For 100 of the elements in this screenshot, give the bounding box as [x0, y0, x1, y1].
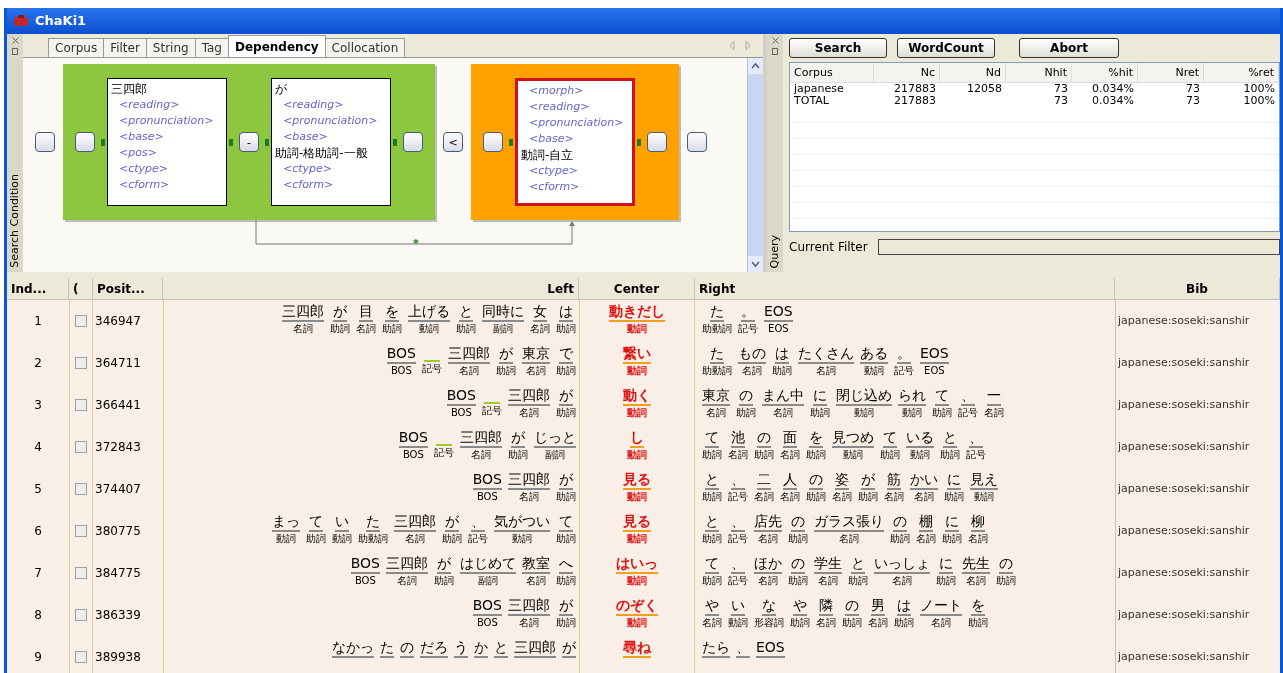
part-of-speech: 記号	[958, 406, 978, 419]
tab[interactable]: Collocation	[324, 38, 406, 57]
slot-button[interactable]	[35, 132, 55, 152]
morpheme-node[interactable]: <morph> <reading> <pronunciation> <base> 動詞-自立 <ctype> <cform>	[515, 78, 635, 206]
morpheme-node[interactable]: が <reading> <pronunciation> <base> 助詞-格助詞-一般 <ctype> <cform>	[271, 78, 391, 206]
scrollbar[interactable]	[747, 58, 763, 272]
row-checkbox[interactable]	[75, 609, 87, 621]
part-of-speech: 名詞	[931, 616, 951, 629]
part-of-speech: 名詞	[405, 532, 425, 545]
word: 学生	[814, 555, 842, 574]
column-header[interactable]: Center	[579, 278, 695, 300]
slot-button[interactable]	[403, 132, 423, 152]
column-header[interactable]: Ind...	[7, 278, 69, 300]
column-header[interactable]: Posit...	[93, 278, 163, 300]
part-of-speech: BOS	[390, 364, 412, 377]
word: たくさん	[798, 345, 854, 364]
morpheme-node[interactable]: 三四郎 <reading> <pronunciation> <base> <pos> <ctype> <cform>	[107, 78, 227, 206]
column-header[interactable]: Bib	[1115, 278, 1280, 300]
part-of-speech: 助詞	[942, 532, 962, 545]
node-placeholder: <reading>	[528, 99, 591, 115]
link-button[interactable]: <	[443, 132, 463, 152]
part-of-speech: 名詞	[706, 406, 726, 419]
part-of-speech: 動詞	[627, 322, 647, 335]
part-of-speech: 名詞	[530, 322, 550, 335]
word: は	[897, 597, 911, 616]
close-icon[interactable]	[11, 37, 19, 44]
key-word: 動く	[623, 387, 651, 406]
filter-field[interactable]	[877, 239, 1280, 255]
pin-icon[interactable]	[772, 48, 778, 55]
tab[interactable]: Filter	[103, 38, 147, 57]
column-header[interactable]: %hit	[1072, 63, 1138, 83]
query-button[interactable]: Abort	[1019, 38, 1119, 58]
row-checkbox[interactable]	[75, 525, 87, 537]
part-of-speech: 動詞	[974, 490, 994, 503]
word: なかっ	[332, 639, 374, 658]
word: を	[971, 597, 985, 616]
part-of-speech: 名詞	[914, 490, 934, 503]
slot-button[interactable]	[483, 132, 503, 152]
column-header[interactable]: Nc	[874, 63, 940, 83]
word: EOS	[756, 639, 785, 658]
word: ガラス張り	[814, 513, 884, 532]
row-checkbox[interactable]	[75, 441, 87, 453]
connector-mark	[229, 138, 233, 146]
part-of-speech: 名詞	[742, 364, 762, 377]
slot-button[interactable]	[647, 132, 667, 152]
row-checkbox[interactable]	[75, 651, 87, 663]
column-header[interactable]: (	[69, 278, 93, 300]
node-value: 助詞-格助詞-一般	[275, 145, 369, 161]
bib-cell-text: japanese:soseki:sanshir	[1117, 312, 1250, 329]
app-icon	[13, 15, 29, 27]
part-of-speech: 助詞	[556, 406, 576, 419]
key-word: 動きだし	[609, 303, 665, 322]
word: 東京	[702, 387, 730, 406]
node-placeholder: <ctype>	[118, 161, 170, 177]
position-cell-text: 384775	[94, 565, 142, 582]
slot-button[interactable]	[75, 132, 95, 152]
part-of-speech: 助詞	[330, 322, 350, 335]
word: な	[762, 597, 776, 616]
word: を	[809, 429, 823, 448]
row-checkbox[interactable]	[75, 315, 87, 327]
word: 三四郎	[394, 513, 436, 532]
part-of-speech: BOS	[476, 616, 498, 629]
row-checkbox[interactable]	[75, 567, 87, 579]
word: と	[851, 555, 865, 574]
part-of-speech: 副詞	[545, 448, 565, 461]
word: 閉じ込め	[836, 387, 892, 406]
dock-label: Query	[769, 234, 781, 268]
column-header[interactable]: Nd	[940, 63, 1006, 83]
part-of-speech: 名詞	[832, 490, 852, 503]
word: に	[939, 555, 953, 574]
column-header[interactable]: %ret	[1204, 63, 1279, 83]
part-of-speech: 助詞	[556, 616, 576, 629]
scroll-up-icon[interactable]	[748, 58, 763, 74]
part-of-speech: 助詞	[858, 490, 878, 503]
query-button[interactable]: Search	[789, 38, 887, 58]
scroll-down-icon[interactable]	[748, 256, 763, 272]
tab[interactable]: Dependency	[228, 35, 326, 57]
part-of-speech: 助詞	[806, 448, 826, 461]
row-checkbox[interactable]	[75, 357, 87, 369]
row-checkbox[interactable]	[75, 399, 87, 411]
part-of-speech: 助詞	[556, 574, 576, 587]
column-header[interactable]: Nhit	[1006, 63, 1072, 83]
slot-button[interactable]	[687, 132, 707, 152]
pin-icon[interactable]	[12, 48, 18, 55]
position-cell-text: 346947	[94, 313, 142, 330]
column-header[interactable]: Left	[163, 278, 579, 300]
column-header[interactable]: Right	[695, 278, 1115, 300]
word: EOS	[764, 303, 793, 322]
close-icon[interactable]	[771, 37, 779, 44]
row-checkbox[interactable]	[75, 483, 87, 495]
tab[interactable]: String	[145, 38, 196, 57]
key-word: のぞく	[616, 597, 658, 616]
link-button[interactable]: -	[239, 132, 259, 152]
word: 、	[969, 429, 983, 448]
tab[interactable]: Corpus	[48, 38, 105, 57]
column-header[interactable]: Corpus	[790, 63, 874, 83]
column-header[interactable]: Nret	[1138, 63, 1204, 83]
query-button[interactable]: WordCount	[897, 38, 995, 58]
part-of-speech: 動詞	[512, 532, 532, 545]
node-value: 三四郎	[111, 81, 148, 97]
